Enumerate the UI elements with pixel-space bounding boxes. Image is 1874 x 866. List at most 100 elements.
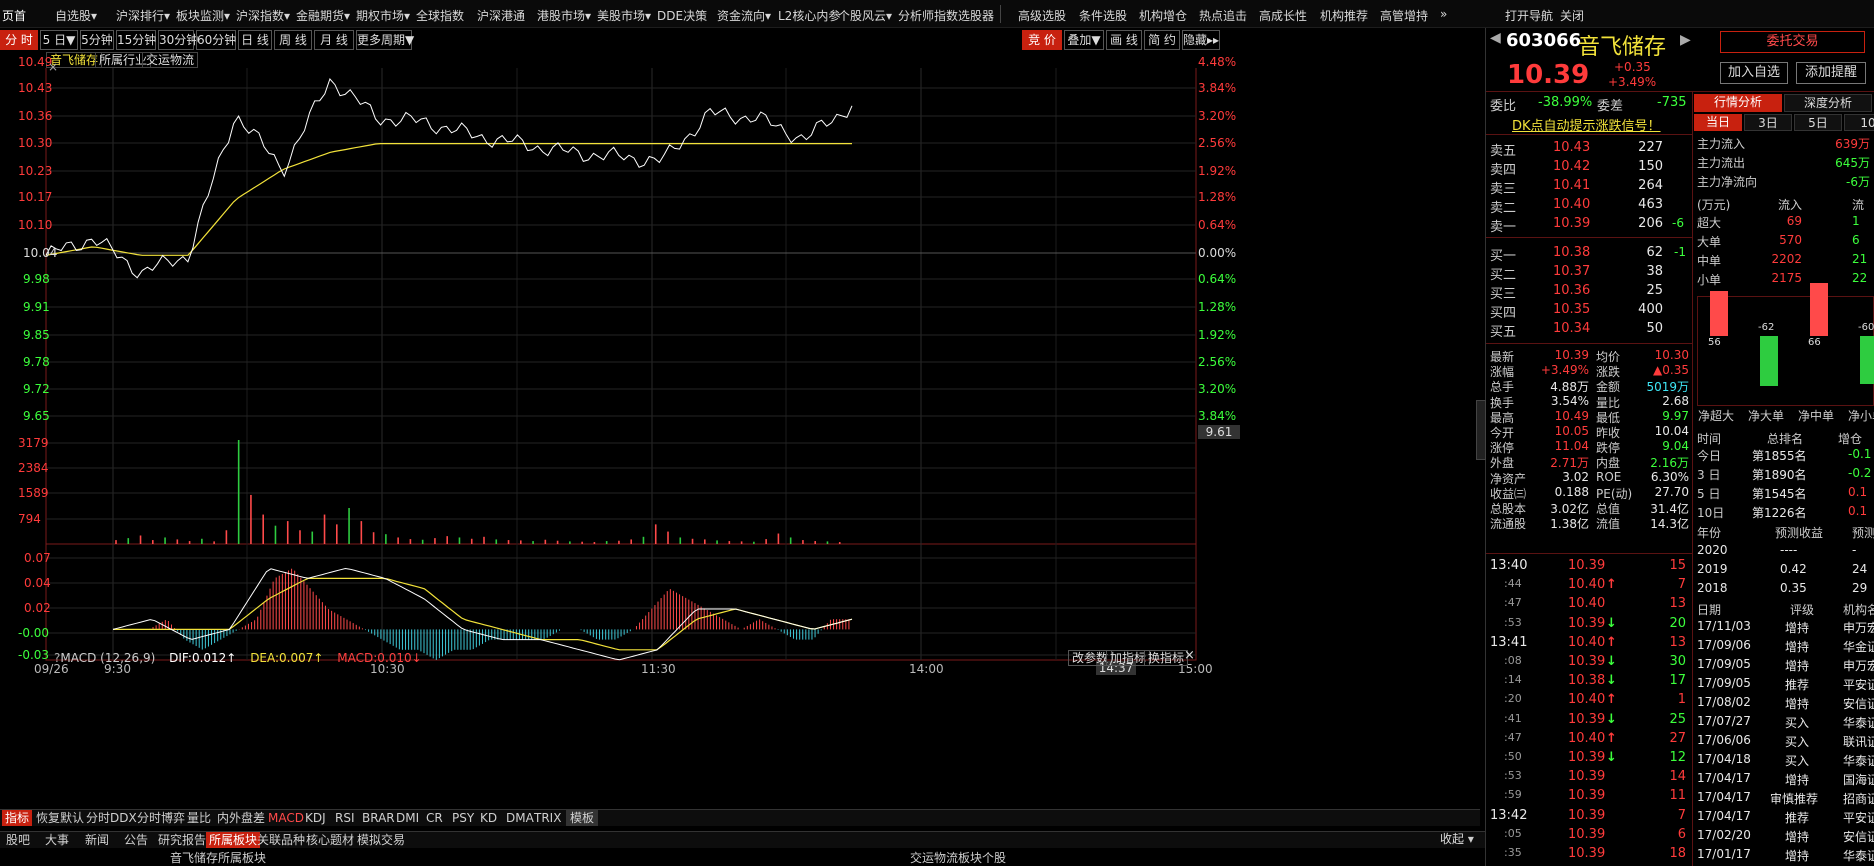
- rating-cell-11-2[interactable]: 安信证: [1843, 828, 1874, 845]
- analysis-tab-0[interactable]: 行情分析: [1694, 94, 1782, 112]
- top-menu-item-25[interactable]: 打开导航: [1505, 7, 1553, 24]
- bottom-tab-6[interactable]: 关联品种: [257, 832, 305, 848]
- analysis-period-tab-2[interactable]: 5日: [1794, 114, 1842, 131]
- period-button-6[interactable]: 日 线: [238, 30, 272, 50]
- top-menu-item-2[interactable]: 沪深排行▾: [116, 7, 170, 24]
- rating-cell-4-2[interactable]: 安信证: [1843, 695, 1874, 712]
- top-menu-item-9[interactable]: 港股市场▾: [537, 7, 591, 24]
- ask-price-3[interactable]: 10.40: [1553, 197, 1590, 212]
- top-menu-item-8[interactable]: 沪深港通: [477, 7, 525, 24]
- add-watch-button[interactable]: 加入自选: [1720, 62, 1788, 84]
- bottom-tab-8[interactable]: 模拟交易: [357, 832, 405, 848]
- indicator-tab-item[interactable]: 分时博弈: [137, 810, 185, 826]
- period-button-3[interactable]: 15分钟: [116, 30, 156, 50]
- chart-tool-4[interactable]: 隐藏▸▸: [1182, 30, 1220, 50]
- period-button-5[interactable]: 60分钟: [196, 30, 236, 50]
- chart-tool-0[interactable]: 竞 价: [1022, 30, 1062, 50]
- bid-price-2[interactable]: 10.36: [1553, 283, 1590, 298]
- top-menu-item-7[interactable]: 全球指数: [416, 7, 464, 24]
- chart-tool-2[interactable]: 画 线: [1106, 30, 1142, 50]
- rating-cell-3-2[interactable]: 平安证: [1843, 676, 1874, 693]
- analysis-period-tab-0[interactable]: 当日: [1694, 114, 1742, 131]
- rating-cell-12-2[interactable]: 华泰证: [1843, 847, 1874, 864]
- bid-price-4[interactable]: 10.34: [1553, 321, 1590, 336]
- top-menu-item-15[interactable]: 分析师指数: [898, 7, 958, 24]
- period-button-0[interactable]: 分 时: [0, 30, 38, 50]
- bottom-tab-5[interactable]: 所属板块: [206, 832, 261, 848]
- rating-cell-0-2[interactable]: 申万宏: [1843, 619, 1874, 636]
- analysis-period-tab-1[interactable]: 3日: [1744, 114, 1792, 131]
- top-menu-item-13[interactable]: L2核心内参: [778, 7, 840, 24]
- top-menu-item-14[interactable]: 个股风云▾: [838, 7, 892, 24]
- top-menu-item-4[interactable]: 沪深指数▾: [236, 7, 290, 24]
- analysis-period-tab-3[interactable]: 10: [1844, 114, 1874, 131]
- top-menu-item-10[interactable]: 美股市场▾: [597, 7, 651, 24]
- top-menu-item-5[interactable]: 金融期货▾: [296, 7, 350, 24]
- indicator-tab-KD[interactable]: KD: [480, 810, 497, 826]
- ask-price-2[interactable]: 10.41: [1553, 178, 1590, 193]
- top-menu-item-26[interactable]: 关闭: [1560, 7, 1584, 24]
- dk-signal-link[interactable]: DK点自动提示涨跌信号！: [1512, 115, 1661, 134]
- rating-cell-7-2[interactable]: 华泰证: [1843, 752, 1874, 769]
- bid-price-3[interactable]: 10.35: [1553, 302, 1590, 317]
- bottom-tab-3[interactable]: 公告: [124, 832, 148, 848]
- top-menu-item-1[interactable]: 自选股▾: [55, 7, 97, 24]
- macd-close-icon[interactable]: ×: [1184, 648, 1195, 663]
- ask-price-0[interactable]: 10.43: [1553, 140, 1590, 155]
- trade-button[interactable]: 委托交易: [1720, 31, 1865, 53]
- top-menu-item-20[interactable]: 热点追击: [1199, 7, 1247, 24]
- indicator-tab-item[interactable]: 内外盘差: [217, 810, 265, 826]
- indicator-tab-MACD[interactable]: MACD: [268, 810, 304, 826]
- top-menu-item-0[interactable]: 页首: [2, 7, 26, 24]
- period-button-1[interactable]: 5 日▼: [40, 30, 78, 50]
- top-menu-item-11[interactable]: DDE决策: [657, 7, 707, 24]
- period-button-9[interactable]: 更多周期▼: [356, 30, 414, 50]
- panel-collapse-handle[interactable]: [1476, 400, 1486, 460]
- top-menu-item-6[interactable]: 期权市场▾: [356, 7, 410, 24]
- period-button-8[interactable]: 月 线: [314, 30, 354, 50]
- sub-tab-2[interactable]: 交运物流: [142, 52, 199, 68]
- top-menu-item-23[interactable]: 高管增持: [1380, 7, 1428, 24]
- rating-cell-6-2[interactable]: 联讯证: [1843, 733, 1874, 750]
- bid-price-1[interactable]: 10.37: [1553, 264, 1590, 279]
- indicator-tab-item[interactable]: 量比: [187, 810, 211, 826]
- indicator-tab-RSI[interactable]: RSI: [335, 810, 355, 826]
- rating-cell-9-2[interactable]: 招商证: [1843, 790, 1874, 807]
- ask-price-1[interactable]: 10.42: [1553, 159, 1590, 174]
- bottom-tab-4[interactable]: 研究报告: [158, 832, 206, 848]
- top-menu-item-17[interactable]: 高级选股: [1018, 7, 1066, 24]
- top-menu-item-12[interactable]: 资金流向▾: [717, 7, 771, 24]
- chart-close-icon[interactable]: ×: [48, 60, 58, 74]
- indicator-tab-item[interactable]: 指标: [2, 810, 33, 826]
- top-menu-item-3[interactable]: 板块监测▾: [176, 7, 230, 24]
- rating-cell-5-2[interactable]: 华泰证: [1843, 714, 1874, 731]
- bottom-tab-7[interactable]: 核心题材: [306, 832, 354, 848]
- chart-tool-3[interactable]: 简 约: [1144, 30, 1180, 50]
- rating-cell-2-2[interactable]: 申万宏: [1843, 657, 1874, 674]
- macd-button-2[interactable]: 换指标: [1144, 650, 1189, 666]
- indicator-tab-DMI[interactable]: DMI: [396, 810, 419, 826]
- rating-cell-1-2[interactable]: 华金证: [1843, 638, 1874, 655]
- indicator-tab-CR[interactable]: CR: [426, 810, 443, 826]
- indicator-tab-BRAR[interactable]: BRAR: [362, 810, 395, 826]
- bottom-tab-0[interactable]: 股吧: [6, 832, 30, 848]
- indicator-tab-KDJ[interactable]: KDJ: [305, 810, 326, 826]
- period-button-7[interactable]: 周 线: [274, 30, 312, 50]
- rating-cell-8-2[interactable]: 国海证: [1843, 771, 1874, 788]
- next-stock-arrow[interactable]: ▶: [1680, 32, 1691, 48]
- indicator-tab-DMA[interactable]: DMA: [506, 810, 534, 826]
- indicator-tab-TRIX[interactable]: TRIX: [534, 810, 561, 826]
- indicator-tab-item[interactable]: 模板: [566, 810, 599, 826]
- indicator-tab-DDX[interactable]: 分时DDX: [86, 810, 137, 826]
- top-menu-item-18[interactable]: 条件选股: [1079, 7, 1127, 24]
- chart-canvas[interactable]: [0, 68, 1485, 808]
- bottom-tab-1[interactable]: 大事: [45, 832, 69, 848]
- top-menu-item-22[interactable]: 机构推荐: [1320, 7, 1368, 24]
- add-alert-button[interactable]: 添加提醒: [1796, 62, 1866, 84]
- bottom-tab-2[interactable]: 新闻: [85, 832, 109, 848]
- ask-price-4[interactable]: 10.39: [1553, 216, 1590, 231]
- period-button-4[interactable]: 30分钟: [158, 30, 198, 50]
- top-menu-item-19[interactable]: 机构增仓: [1139, 7, 1187, 24]
- collapse-button[interactable]: 收起 ▾: [1440, 831, 1474, 848]
- indicator-tab-item[interactable]: 恢复默认: [36, 810, 84, 826]
